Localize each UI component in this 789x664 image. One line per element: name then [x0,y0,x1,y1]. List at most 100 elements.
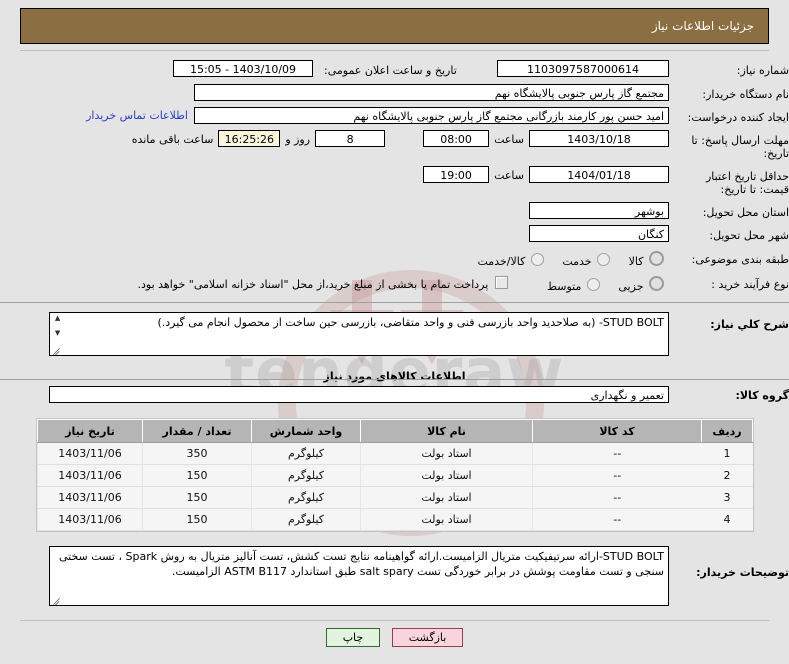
reply-deadline-time[interactable]: 08:00 [423,130,490,147]
radio-icon-category-1[interactable] [597,253,611,266]
section-divider-goods [0,379,789,380]
category-option-0[interactable]: کالا [619,251,669,268]
cell-row-no: 3 [701,486,753,509]
cell-qty: 150 [142,464,252,487]
goods-table-head: ردیف کد کالا نام کالا واحد شمارش تعداد /… [37,419,753,443]
description-textarea[interactable]: STUD BOLT- (به صلاحدید واحد بازرسی فنی و… [49,312,669,356]
cell-name: استاد بولت [360,464,533,487]
cell-unit: کیلوگرم [251,508,361,531]
cell-qty: 350 [142,442,252,465]
page-root: tenderaw جزئیات اطلاعات نیاز شماره نیاز:… [0,0,789,664]
row-category: طبقه بندی موضوعی: کالا خدمت کالا/خدمت [0,249,789,268]
scroll-up-icon[interactable]: ▲ [55,315,60,322]
buyer-notes-textarea[interactable]: STUD BOLT-ارائه سرتیفیکیت متریال الزامیس… [49,546,669,606]
row-city: شهر محل تحویل: کنگان [0,225,789,242]
radio-icon-category-2[interactable] [530,253,544,266]
province-label: استان محل تحویل: [702,206,789,219]
cell-code: -- [532,464,702,487]
city-label: شهر محل تحویل: [709,229,789,242]
announce-label: تاریخ و ساعت اعلان عمومی: [324,64,457,77]
row-price-validity: حداقل تاریخ اعتبار قیمت: تا تاریخ: 1404/… [0,166,789,196]
category-option-2-label: کالا/خدمت [477,255,526,268]
row-process-type: نوع فرآیند خرید : جزیی متوسط پرداخت تمام… [0,274,789,293]
window-title-bar: جزئیات اطلاعات نیاز [20,8,769,44]
action-buttons: بازگشت چاپ [0,628,789,647]
col-row-no: ردیف [701,419,753,443]
process-label: نوع فرآیند خرید : [711,278,789,291]
announce-value[interactable]: 1403/10/09 - 15:05 [173,60,313,77]
radio-icon-process-1[interactable] [586,278,600,291]
reply-deadline-hour-label: ساعت [494,133,524,146]
print-button[interactable]: چاپ [325,628,381,647]
cell-date: 1403/11/06 [37,508,143,531]
radio-icon-category-0[interactable] [649,251,664,266]
col-date: تاریخ نیاز [37,419,143,443]
scroll-spinner-icon[interactable]: ▲ ▼ [52,315,63,337]
table-row: 4 -- استاد بولت کیلوگرم 150 1403/11/06 [37,508,753,531]
row-reply-deadline: مهلت ارسال پاسخ: تا تاریخ: 1403/10/18 سا… [0,130,789,160]
description-value: STUD BOLT- (به صلاحدید واحد بازرسی فنی و… [157,316,664,329]
cell-unit: کیلوگرم [251,486,361,509]
process-option-1-label: متوسط [546,280,582,293]
table-row: 3 -- استاد بولت کیلوگرم 150 1403/11/06 [37,486,753,509]
cell-date: 1403/11/06 [37,442,143,465]
col-unit: واحد شمارش [251,419,361,443]
resize-grip-icon[interactable] [52,345,61,355]
price-validity-date[interactable]: 1404/01/18 [529,166,669,183]
process-option-0-label: جزیی [618,280,644,293]
section-divider-top [0,302,789,303]
cell-code: -- [532,442,702,465]
buyer-notes-value: STUD BOLT-ارائه سرتیفیکیت متریال الزامیس… [58,550,664,578]
cell-unit: کیلوگرم [251,464,361,487]
buyer-contact-link[interactable]: اطلاعات تماس خریدار [80,107,194,122]
need-number-label: شماره نیاز: [736,64,789,77]
cell-name: استاد بولت [360,486,533,509]
process-option-0[interactable]: جزیی [608,276,669,293]
buyer-notes-label: توضیحات خریدار: [696,566,789,579]
col-code: کد کالا [532,419,702,443]
process-radio-group: جزیی متوسط [537,274,669,293]
goods-group-value[interactable]: تعمیر و نگهداری [49,386,669,403]
process-option-1[interactable]: متوسط [537,278,605,293]
description-label: شرح کلي نياز: [710,318,789,331]
reply-deadline-label: مهلت ارسال پاسخ: تا تاریخ: [691,134,789,160]
goods-table-container: ردیف کد کالا نام کالا واحد شمارش تعداد /… [36,418,754,532]
cell-row-no: 2 [701,464,753,487]
days-remaining-value[interactable]: 8 [315,130,386,147]
cell-row-no: 1 [701,442,753,465]
col-qty: تعداد / مقدار [142,419,252,443]
resize-grip-icon-notes[interactable] [52,595,61,605]
treasury-option: پرداخت تمام یا بخشی از مبلغ خرید،از محل … [138,274,511,291]
row-province: استان محل تحویل: بوشهر [0,202,789,219]
title-divider [20,50,769,51]
category-option-0-label: کالا [628,255,644,268]
category-option-1[interactable]: خدمت [552,253,615,268]
checkbox-icon-treasury[interactable] [494,276,508,289]
time-remaining-value: 16:25:26 [218,130,281,147]
need-number-value[interactable]: 1103097587000614 [497,60,669,77]
table-row: 2 -- استاد بولت کیلوگرم 150 1403/11/06 [37,464,753,487]
page-title: جزئیات اطلاعات نیاز [651,19,754,33]
requester-label: ایجاد کننده درخواست: [687,111,789,124]
radio-icon-process-0[interactable] [649,276,664,291]
cell-qty: 150 [142,486,252,509]
goods-group-label: گروه کالا: [735,389,789,402]
table-header-row: ردیف کد کالا نام کالا واحد شمارش تعداد /… [37,419,753,443]
requester-value[interactable]: امید حسن پور کارمند بازرگانی مجتمع گاز پ… [194,107,669,124]
category-option-2[interactable]: کالا/خدمت [468,253,549,268]
price-validity-hour-label: ساعت [494,169,524,182]
buyer-org-label: نام دستگاه خریدار: [702,88,789,101]
price-validity-time[interactable]: 19:00 [423,166,490,183]
footer-divider [20,620,769,621]
reply-deadline-date[interactable]: 1403/10/18 [529,130,669,147]
city-value[interactable]: کنگان [529,225,669,242]
cell-qty: 150 [142,508,252,531]
scroll-down-icon[interactable]: ▼ [55,330,60,337]
buyer-org-value[interactable]: مجتمع گاز پارس جنوبی پالایشگاه نهم [194,84,669,101]
row-description: شرح کلي نياز: STUD BOLT- (به صلاحدید واح… [0,312,789,356]
cell-row-no: 4 [701,508,753,531]
days-word: روز و [285,133,311,146]
category-label: طبقه بندی موضوعی: [691,253,789,266]
back-button[interactable]: بازگشت [391,628,464,647]
province-value[interactable]: بوشهر [529,202,669,219]
